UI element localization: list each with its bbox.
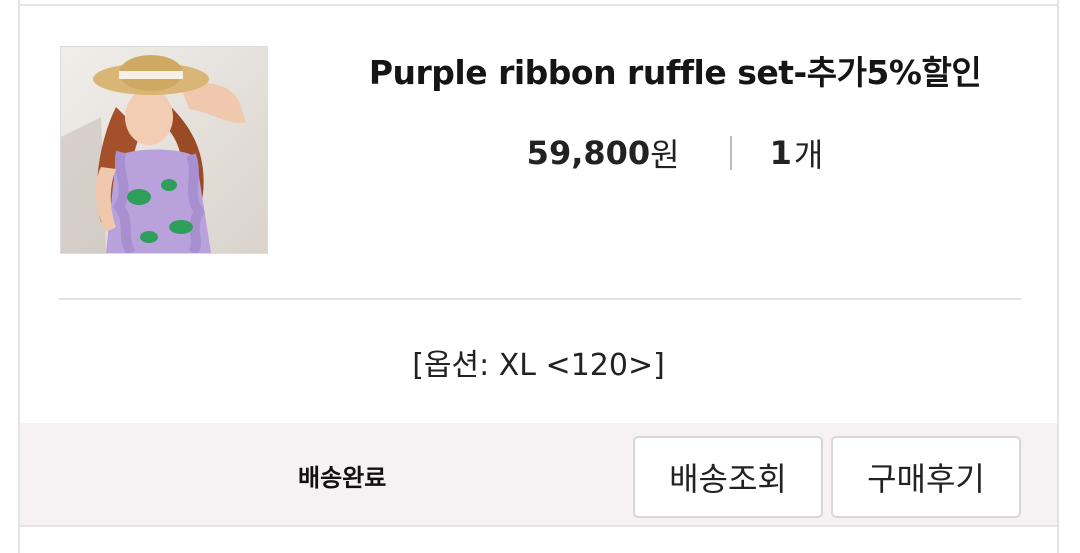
delivery-status: 배송완료 [298,464,387,492]
section-divider [59,298,1021,300]
order-actions-bar: 배송완료 배송조회 구매후기 [20,423,1057,525]
price-quantity-row: 59,800 원 1 개 [310,130,1040,176]
quantity-unit: 개 [793,136,824,174]
product-photo [61,47,267,253]
price-quantity-separator [729,136,732,170]
card-bottom-divider [20,525,1057,527]
product-name[interactable]: Purple ribbon ruffle set-추가5%할인 [310,46,1040,94]
price-amount: 59,800 [526,134,651,172]
track-delivery-button[interactable]: 배송조회 [633,436,823,518]
write-review-button[interactable]: 구매후기 [831,436,1021,518]
option-text: [옵션: XL <120>] [412,348,665,383]
card-top-divider [20,4,1057,6]
product-thumbnail[interactable] [60,46,268,254]
price-currency-unit: 원 [650,136,680,174]
order-item-card: Purple ribbon ruffle set-추가5%할인 59,800 원… [18,0,1059,553]
quantity-number: 1 [769,134,792,172]
